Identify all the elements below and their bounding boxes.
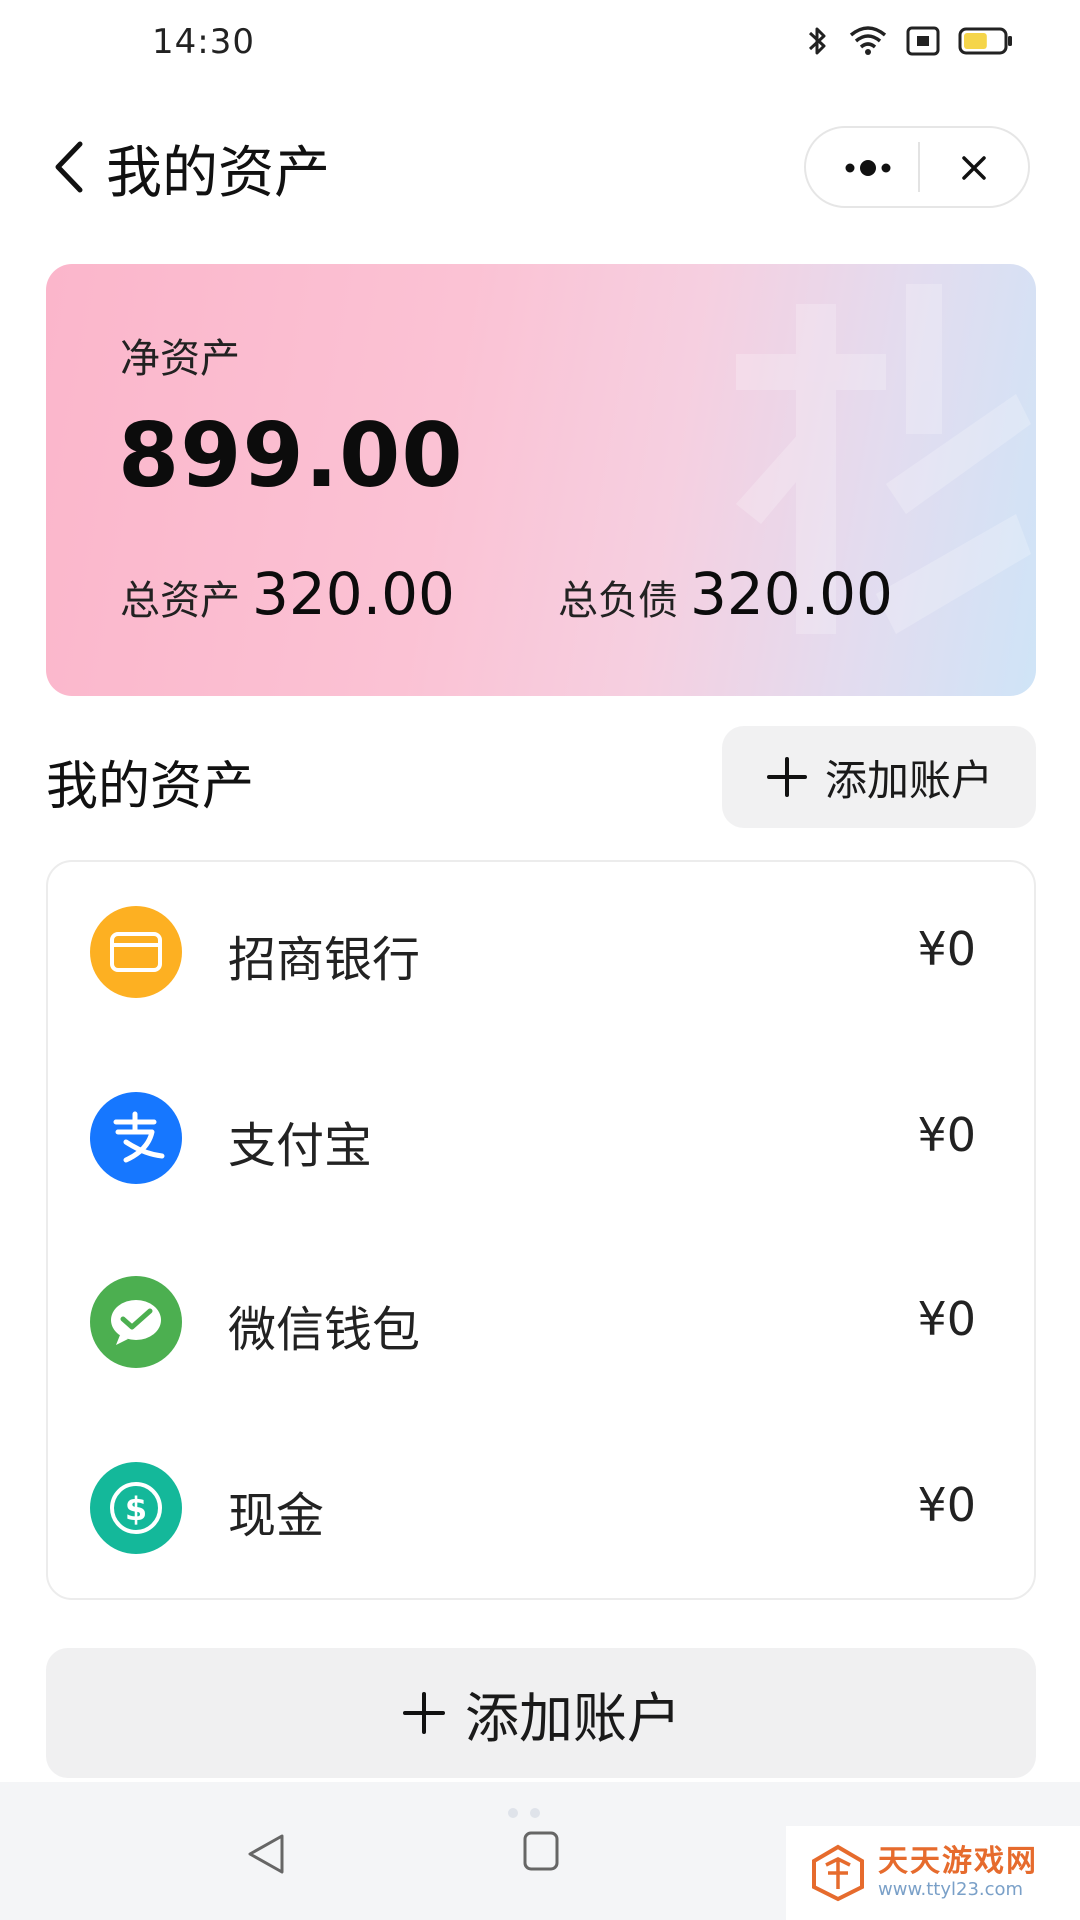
add-account-button[interactable]: 添加账户 <box>46 1648 1036 1778</box>
cash-icon: $ <box>90 1462 182 1554</box>
miniapp-capsule <box>804 126 1030 208</box>
account-item-alipay[interactable]: 支付宝 ¥0 <box>48 1092 1034 1212</box>
total-debt: 总负债 320.00 <box>558 560 893 628</box>
watermark-text: 天天游戏网 www.ttyl23.com <box>878 1845 1038 1901</box>
net-asset-value: 899.00 <box>118 404 464 507</box>
total-assets: 总资产 320.00 <box>120 560 455 628</box>
watermark-logo <box>812 1844 864 1902</box>
bluetooth-icon <box>808 27 826 55</box>
total-assets-label: 总资产 <box>120 578 240 624</box>
alipay-icon <box>90 1092 182 1184</box>
status-bar: 14:30 <box>0 0 1080 90</box>
total-debt-value: 320.00 <box>690 560 893 628</box>
account-name: 现金 <box>228 1488 325 1544</box>
account-amount: ¥0 <box>917 922 976 976</box>
nav-back-icon[interactable] <box>244 1830 288 1878</box>
account-name: 支付宝 <box>228 1118 373 1174</box>
account-item-cmb[interactable]: 招商银行 ¥0 <box>48 906 1034 1026</box>
add-account-label: 添加账户 <box>824 755 993 805</box>
net-asset-card: 净资产 899.00 总资产 320.00 总负债 320.00 <box>46 264 1036 696</box>
back-arrow-icon[interactable] <box>44 132 94 202</box>
account-name: 微信钱包 <box>228 1302 421 1358</box>
page-dot <box>530 1808 540 1818</box>
account-item-cash[interactable]: $ 现金 ¥0 <box>48 1462 1034 1582</box>
account-amount: ¥0 <box>917 1108 976 1162</box>
account-name: 招商银行 <box>228 932 421 988</box>
nav-home-icon[interactable] <box>522 1830 560 1872</box>
svg-text:$: $ <box>125 1490 147 1528</box>
account-amount: ¥0 <box>917 1478 976 1532</box>
total-debt-label: 总负债 <box>558 578 678 624</box>
status-icons <box>806 24 1014 58</box>
capsule-divider <box>918 142 920 192</box>
add-account-button-label: 添加账户 <box>465 1686 681 1750</box>
wallet-icon <box>90 906 182 998</box>
page-title: 我的资产 <box>106 141 330 206</box>
account-item-wechat[interactable]: 微信钱包 ¥0 <box>48 1276 1034 1396</box>
status-time: 14:30 <box>152 22 255 62</box>
plus-icon <box>766 757 807 797</box>
close-icon[interactable] <box>954 148 994 188</box>
card-decoration <box>736 284 1031 634</box>
page-indicator <box>508 1808 540 1818</box>
plus-icon <box>403 1692 445 1734</box>
page-dot <box>508 1808 518 1818</box>
add-account-button-small[interactable]: 添加账户 <box>722 726 1036 828</box>
watermark-title: 天天游戏网 <box>878 1844 1038 1879</box>
sim-icon <box>906 26 940 56</box>
more-icon[interactable] <box>840 150 896 186</box>
net-asset-label: 净资产 <box>120 336 240 382</box>
wechat-pay-icon <box>90 1276 182 1368</box>
total-assets-value: 320.00 <box>252 560 455 628</box>
wifi-icon <box>849 26 887 55</box>
account-amount: ¥0 <box>917 1292 976 1346</box>
battery-icon <box>958 27 1012 55</box>
watermark-url: www.ttyl23.com <box>878 1879 1024 1900</box>
account-list: 招商银行 ¥0 支付宝 ¥0 微信钱包 ¥0 $ 现金 ¥0 <box>46 860 1036 1600</box>
app-header: 我的资产 <box>0 110 1080 220</box>
section-title: 我的资产 <box>46 757 255 817</box>
site-watermark: 天天游戏网 www.ttyl23.com <box>786 1826 1080 1920</box>
